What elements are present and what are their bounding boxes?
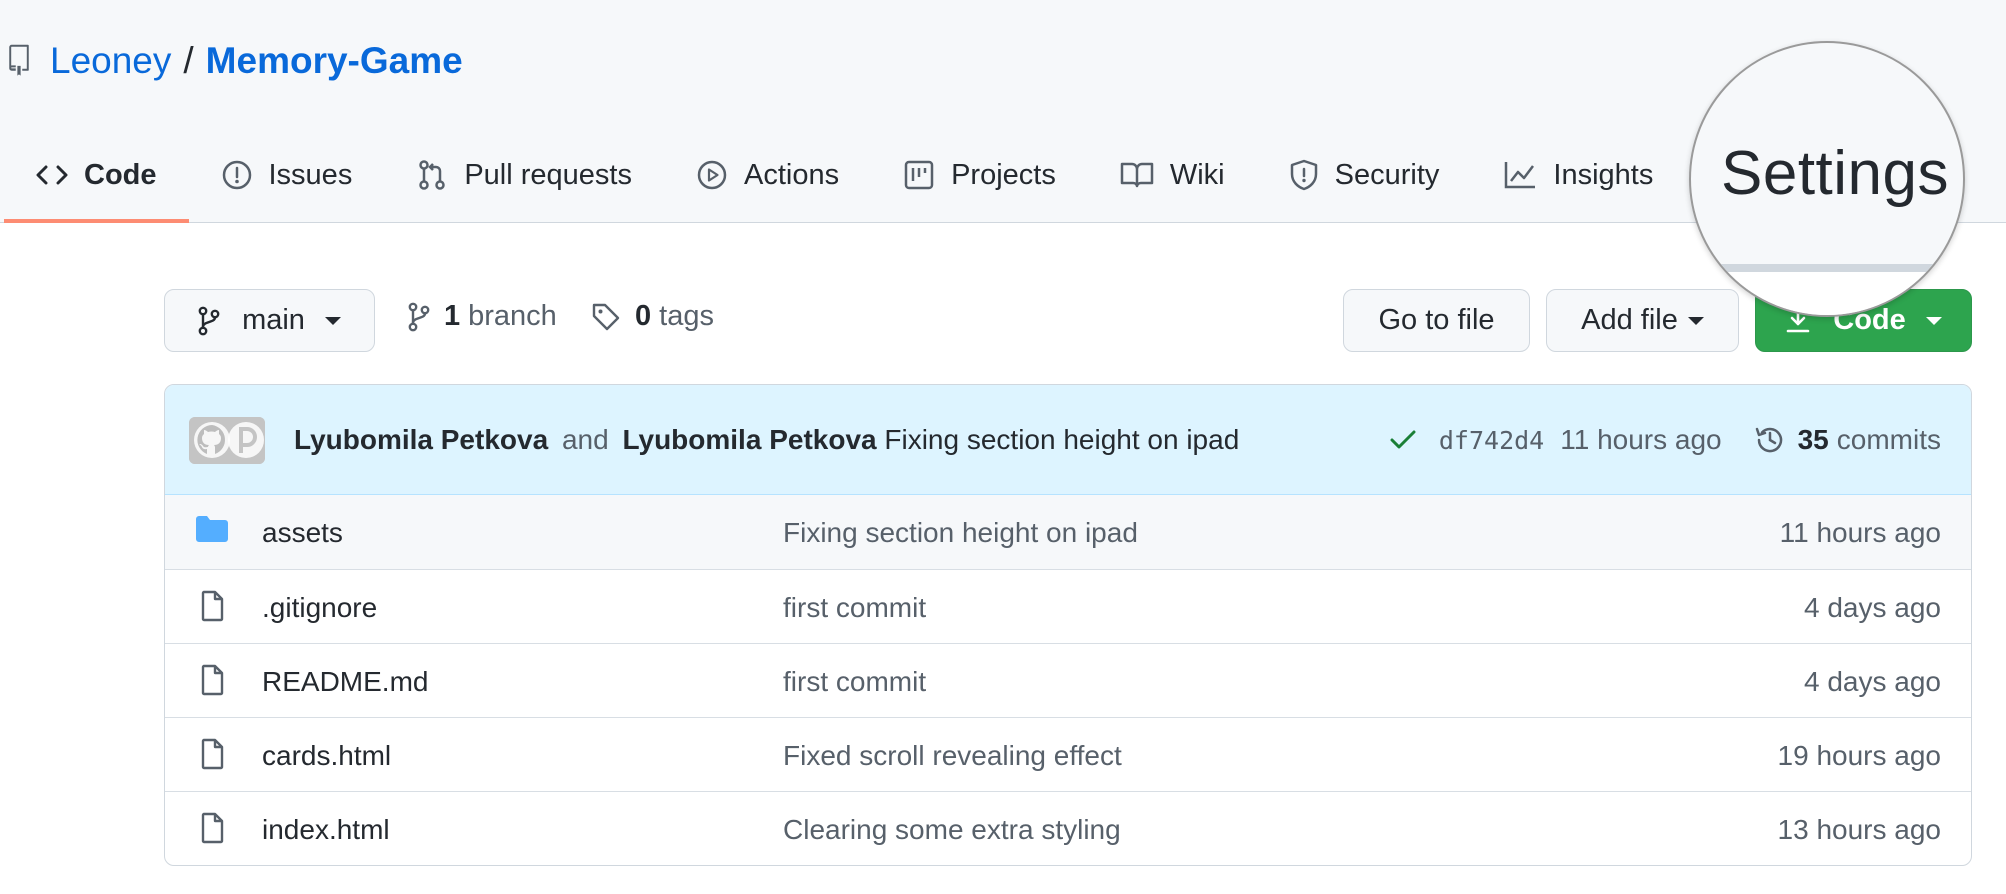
branch-count-label: branch [468, 300, 557, 332]
repo-separator: / [183, 40, 194, 81]
chevron-down-icon [1925, 316, 1942, 325]
commit-meta: df742d4 11 hours ago 35 commits [1389, 424, 1941, 456]
commit-sha-link[interactable]: df742d4 [1439, 426, 1544, 455]
history-icon [1755, 427, 1782, 453]
repo-nav: Code Issues Pull requests Actions Projec… [4, 140, 1685, 223]
check-icon[interactable] [1389, 429, 1417, 451]
file-name-link[interactable]: cards.html [262, 740, 391, 772]
file-row-readme[interactable]: README.md first commit 4 days ago [165, 643, 1971, 717]
file-commit-message-link[interactable]: Fixed scroll revealing effect [783, 740, 1122, 772]
commit-author-link[interactable]: Lyubomila Petkova [294, 424, 548, 455]
project-icon [904, 160, 934, 190]
chevron-down-icon [324, 316, 341, 325]
file-row-cards[interactable]: cards.html Fixed scroll revealing effect… [165, 717, 1971, 791]
file-name-link[interactable]: README.md [262, 666, 428, 698]
repo-name-link[interactable]: Memory-Game [206, 40, 463, 82]
tab-label: Issues [268, 158, 353, 191]
tab-wiki[interactable]: Wiki [1088, 140, 1257, 210]
file-commit-message-link[interactable]: first commit [783, 666, 926, 698]
file-name-link[interactable]: assets [262, 517, 343, 549]
commit-and-text: and [561, 424, 609, 455]
tab-label: Code [84, 158, 157, 191]
settings-tab-magnifier[interactable]: Settings [1689, 41, 1965, 317]
tab-pull-requests[interactable]: Pull requests [384, 140, 664, 210]
tab-label: Insights [1553, 158, 1654, 191]
magnified-divider [1691, 264, 1963, 272]
file-row-assets[interactable]: assets Fixing section height on ipad 11 … [165, 495, 1971, 569]
pull-request-icon [419, 160, 446, 190]
branches-link[interactable]: 1 branch [408, 300, 557, 333]
avatar[interactable] [189, 417, 265, 464]
file-icon [201, 738, 224, 770]
repo-owner-link[interactable]: Leoney [50, 40, 171, 82]
commit-time: 11 hours ago [1560, 424, 1722, 455]
file-commit-time: 4 days ago [1804, 592, 1941, 623]
file-list: assets Fixing section height on ipad 11 … [165, 495, 1971, 865]
file-commit-message-link[interactable]: Fixing section height on ipad [783, 517, 1138, 549]
issue-icon [222, 160, 251, 190]
tab-code[interactable]: Code [4, 140, 189, 223]
file-commit-time: 19 hours ago [1777, 740, 1941, 771]
tag-count-label: tags [659, 300, 714, 332]
tag-count: 0 [635, 300, 652, 332]
commit-coauthor-link[interactable]: Lyubomila Petkova [622, 424, 876, 455]
code-icon [36, 165, 68, 185]
repo-title: Leoney / Memory-Game [6, 40, 463, 82]
file-icon [201, 664, 224, 696]
repo-icon [6, 44, 32, 78]
shield-icon [1290, 159, 1317, 191]
tab-insights[interactable]: Insights [1471, 140, 1685, 210]
commits-count[interactable]: 35 [1798, 424, 1829, 456]
file-icon [201, 590, 224, 622]
tag-icon [592, 303, 620, 330]
tab-label: Projects [951, 158, 1056, 191]
magnified-settings-label: Settings [1721, 139, 1950, 208]
latest-commit-bar: Lyubomila Petkova and Lyubomila Petkova … [165, 385, 1971, 495]
tab-label: Wiki [1169, 158, 1225, 191]
file-commit-time: 11 hours ago [1779, 517, 1941, 548]
tab-label: Pull requests [464, 158, 632, 191]
book-icon [1120, 162, 1154, 188]
tab-label: Actions [743, 158, 840, 191]
chevron-down-icon [1687, 316, 1704, 325]
file-browser: Lyubomila Petkova and Lyubomila Petkova … [164, 384, 1972, 866]
folder-icon [196, 516, 228, 542]
file-name-link[interactable]: index.html [262, 814, 390, 846]
graph-icon [1505, 162, 1536, 189]
tab-security[interactable]: Security [1257, 140, 1472, 210]
tab-label: Security [1334, 158, 1440, 191]
branch-count: 1 [444, 300, 461, 332]
tags-link[interactable]: 0 tags [591, 300, 714, 333]
file-commit-message-link[interactable]: first commit [783, 592, 926, 624]
file-row-gitignore[interactable]: .gitignore first commit 4 days ago [165, 569, 1971, 643]
magnified-background [1691, 272, 1963, 315]
file-commit-time: 13 hours ago [1777, 814, 1941, 845]
branch-select-button[interactable]: main [164, 289, 375, 352]
file-icon [201, 812, 224, 844]
git-branch-icon [408, 302, 430, 331]
tab-issues[interactable]: Issues [189, 140, 385, 210]
play-icon [697, 160, 727, 190]
git-branch-icon [198, 306, 220, 335]
file-row-index[interactable]: index.html Clearing some extra styling 1… [165, 791, 1971, 865]
go-to-file-button[interactable]: Go to file [1343, 289, 1530, 352]
branch-name: main [242, 304, 305, 336]
tab-actions[interactable]: Actions [664, 140, 871, 210]
file-commit-time: 4 days ago [1804, 666, 1941, 697]
commits-label[interactable]: commits [1837, 424, 1941, 456]
commit-message-link[interactable]: Fixing section height on ipad [884, 424, 1239, 455]
file-name-link[interactable]: .gitignore [262, 592, 377, 624]
file-commit-message-link[interactable]: Clearing some extra styling [783, 814, 1121, 846]
add-file-label: Add file [1581, 304, 1678, 336]
tab-projects[interactable]: Projects [871, 140, 1088, 210]
commit-summary: Lyubomila Petkova and Lyubomila Petkova … [294, 424, 1239, 456]
